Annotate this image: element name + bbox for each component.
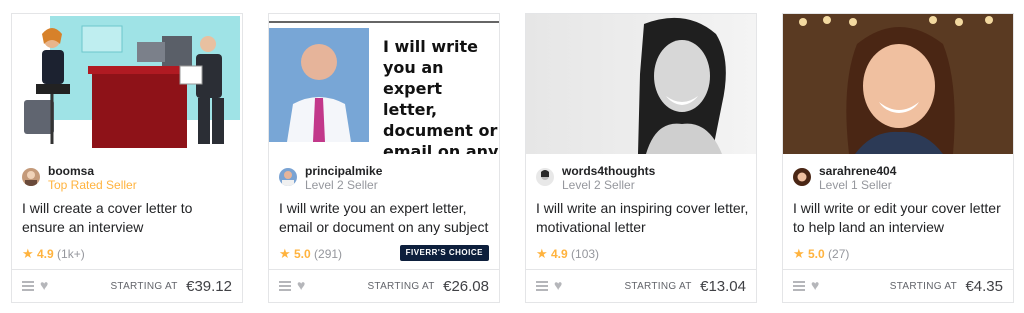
gig-footer: ♥ STARTING AT €4.35	[783, 269, 1013, 302]
bw-portrait	[526, 14, 756, 154]
seller-avatar[interactable]	[22, 168, 40, 186]
office-illustration	[12, 14, 242, 154]
list-icon[interactable]	[793, 281, 805, 291]
gig-card[interactable]: sarahrene404 Level 1 Seller I will write…	[782, 13, 1014, 303]
gig-rating: ★ 5.0 (27)	[793, 246, 849, 262]
seller-level: Top Rated Seller	[48, 178, 137, 192]
star-icon: ★	[22, 246, 34, 261]
heart-icon[interactable]: ♥	[297, 277, 305, 293]
gig-rating: ★ 5.0 (291)	[279, 246, 342, 262]
list-icon[interactable]	[536, 281, 548, 291]
seller-level: Level 1 Seller	[819, 178, 892, 192]
rating-count: (103)	[571, 247, 600, 261]
seller-avatar[interactable]	[279, 168, 297, 186]
price-value: €26.08	[443, 278, 489, 295]
rating-count: (291)	[314, 247, 343, 261]
gig-thumbnail[interactable]: I will write you an expert letter, docum…	[269, 14, 499, 154]
rating-score: 4.9	[37, 247, 54, 261]
gig-title[interactable]: I will write or edit your cover letter t…	[793, 199, 1008, 237]
gig-thumbnail[interactable]	[526, 14, 756, 154]
star-icon: ★	[279, 246, 291, 261]
thumbnail-caption: I will write you an expert letter, docum…	[383, 37, 499, 154]
price-label: STARTING AT	[367, 281, 435, 292]
gig-price[interactable]: STARTING AT €13.04	[624, 278, 746, 296]
seller-name[interactable]: sarahrene404	[819, 164, 896, 178]
gig-price[interactable]: STARTING AT €39.12	[110, 278, 232, 296]
gig-title[interactable]: I will write you an expert letter, email…	[279, 199, 494, 237]
gig-price[interactable]: STARTING AT €4.35	[890, 278, 1003, 296]
gig-title[interactable]: I will write an inspiring cover letter, …	[536, 199, 751, 237]
gig-price[interactable]: STARTING AT €26.08	[367, 278, 489, 296]
gig-thumbnail[interactable]	[783, 14, 1013, 154]
price-label: STARTING AT	[889, 281, 957, 292]
rating-count: (27)	[828, 247, 850, 261]
fiverrs-choice-badge: FIVERR'S CHOICE	[399, 245, 489, 261]
gig-card[interactable]: boomsa Top Rated Seller I will create a …	[11, 13, 243, 303]
price-value: €4.35	[965, 278, 1003, 295]
seller-name[interactable]: words4thoughts	[562, 164, 655, 178]
gig-card[interactable]: I will write you an expert letter, docum…	[268, 13, 500, 303]
seller-level: Level 2 Seller	[562, 178, 635, 192]
gig-thumbnail[interactable]	[12, 14, 242, 154]
seller-name[interactable]: principalmike	[305, 164, 382, 178]
portrait-photo	[783, 14, 1013, 154]
rating-score: 4.9	[551, 247, 568, 261]
star-icon: ★	[793, 246, 805, 261]
heart-icon[interactable]: ♥	[811, 277, 819, 293]
heart-icon[interactable]: ♥	[554, 277, 562, 293]
rating-count: (1k+)	[57, 247, 85, 261]
seller-level: Level 2 Seller	[305, 178, 378, 192]
seller-name[interactable]: boomsa	[48, 164, 94, 178]
price-label: STARTING AT	[624, 281, 692, 292]
price-label: STARTING AT	[110, 281, 178, 292]
gig-rating: ★ 4.9 (103)	[536, 246, 599, 262]
gig-title[interactable]: I will create a cover letter to ensure a…	[22, 199, 237, 237]
rating-score: 5.0	[808, 247, 825, 261]
gig-footer: ♥ STARTING AT €13.04	[526, 269, 756, 302]
seller-avatar[interactable]	[793, 168, 811, 186]
seller-info: boomsa Top Rated Seller	[22, 161, 234, 192]
heart-icon[interactable]: ♥	[40, 277, 48, 293]
seller-avatar[interactable]	[536, 168, 554, 186]
seller-info: sarahrene404 Level 1 Seller	[793, 161, 1005, 192]
star-icon: ★	[536, 246, 548, 261]
list-icon[interactable]	[22, 281, 34, 291]
rating-score: 5.0	[294, 247, 311, 261]
gig-rating: ★ 4.9 (1k+)	[22, 246, 85, 262]
price-value: €13.04	[700, 278, 746, 295]
gig-card[interactable]: words4thoughts Level 2 Seller I will wri…	[525, 13, 757, 303]
list-icon[interactable]	[279, 281, 291, 291]
price-value: €39.12	[186, 278, 232, 295]
gig-footer: ♥ STARTING AT €26.08	[269, 269, 499, 302]
seller-info: words4thoughts Level 2 Seller	[536, 161, 748, 192]
gig-footer: ♥ STARTING AT €39.12	[12, 269, 242, 302]
seller-info: principalmike Level 2 Seller	[279, 161, 491, 192]
